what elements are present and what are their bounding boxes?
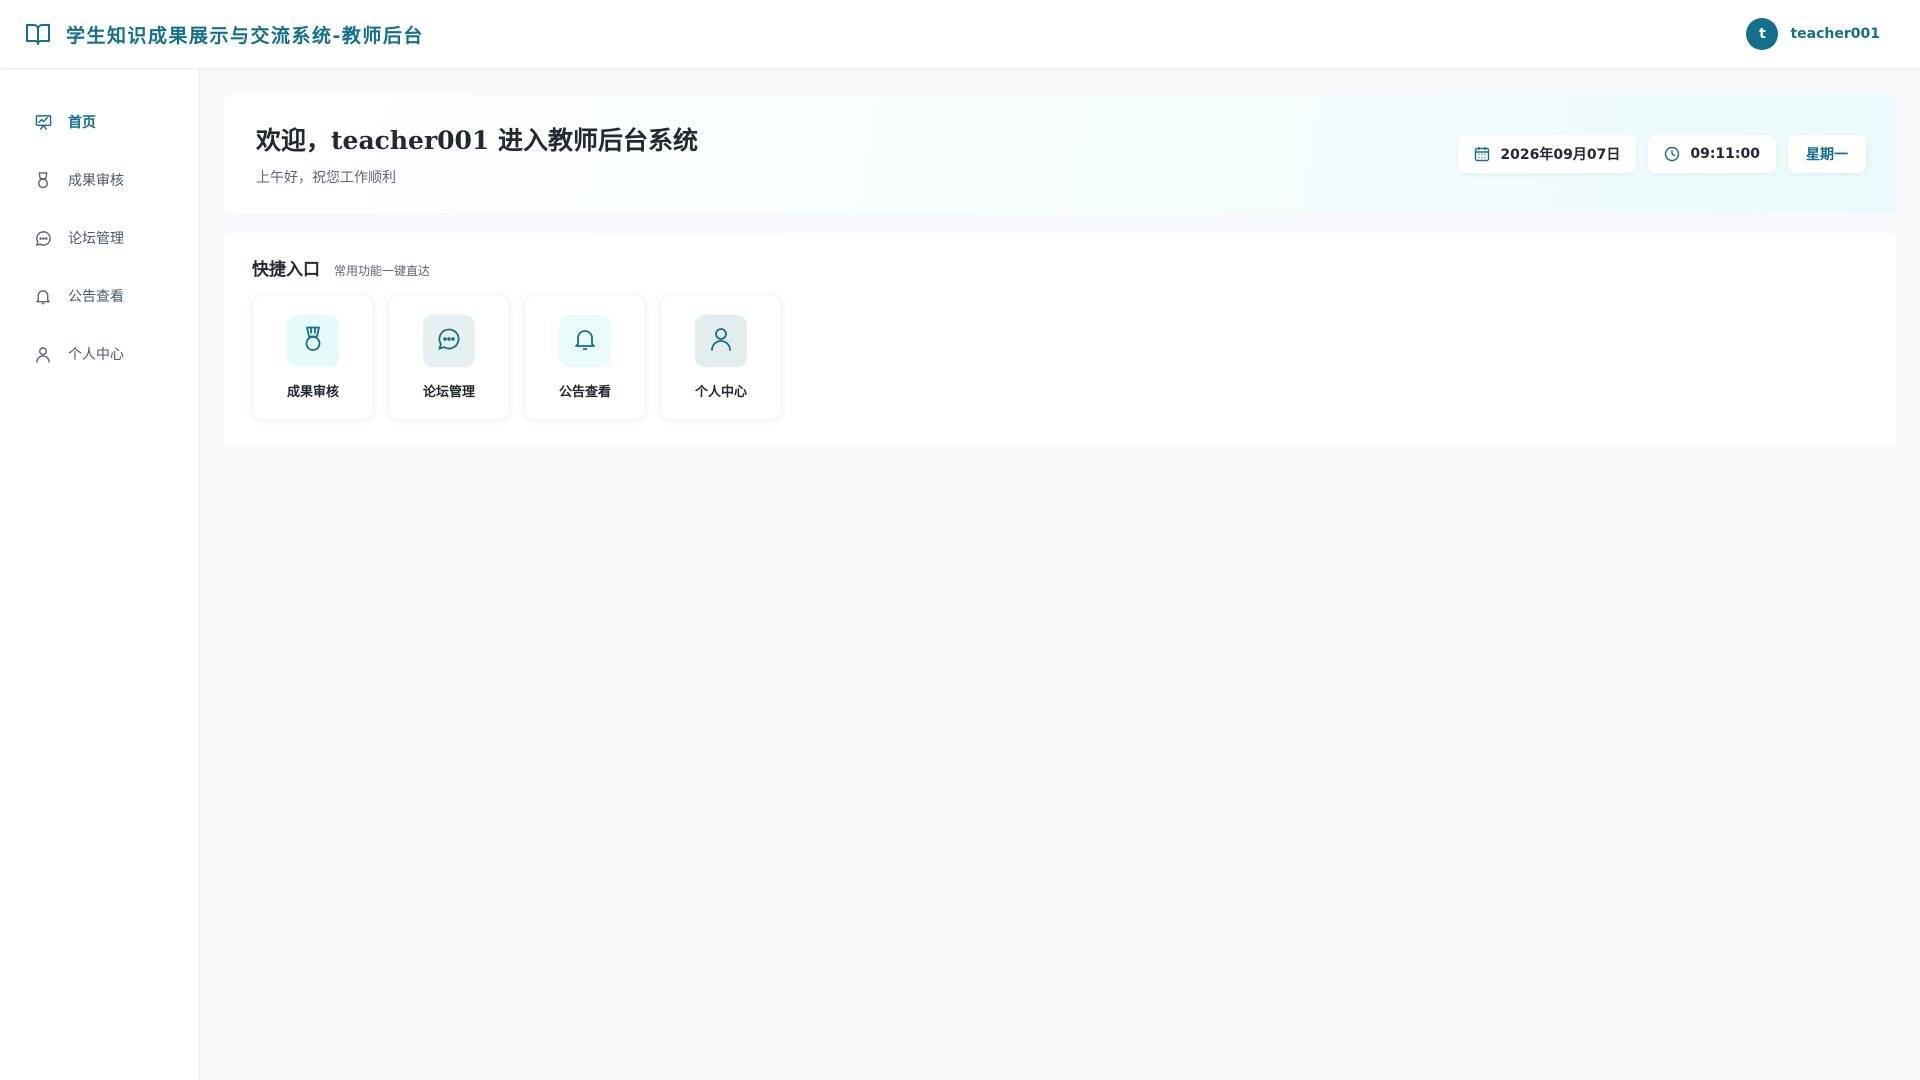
book-open-icon bbox=[24, 20, 52, 48]
calendar-icon bbox=[1474, 146, 1490, 162]
avatar[interactable]: t bbox=[1746, 18, 1779, 50]
page-title: 欢迎，teacher001 进入教师后台系统 bbox=[256, 126, 699, 155]
app-title: 学生知识成果展示与交流系统-教师后台 bbox=[66, 24, 424, 47]
user-menu[interactable]: t teacher001 bbox=[1746, 18, 1880, 50]
sidebar-item-label: 公告查看 bbox=[68, 289, 124, 305]
sidebar-item-label: 个人中心 bbox=[68, 347, 124, 363]
sidebar-item-notice[interactable]: 公告查看 bbox=[0, 267, 199, 325]
quick-card-icon-box bbox=[423, 315, 475, 367]
sidebar-item-forum[interactable]: 论坛管理 bbox=[0, 209, 199, 267]
bell-icon bbox=[574, 327, 596, 355]
quick-card-label: 成果审核 bbox=[286, 385, 339, 400]
sidebar: 首页 成果审核 论坛管理 公告查看 个人中心 bbox=[0, 69, 200, 1080]
clock-icon bbox=[1664, 146, 1680, 162]
weekday-chip: 星期一 bbox=[1788, 135, 1866, 173]
sidebar-item-label: 首页 bbox=[68, 115, 96, 131]
medal-icon bbox=[34, 171, 52, 189]
weekday-text: 星期一 bbox=[1806, 147, 1848, 163]
quick-card-icon-box bbox=[287, 315, 339, 367]
user-icon bbox=[34, 345, 52, 363]
date-chip: 2026年09月07日 bbox=[1458, 135, 1637, 173]
quick-card-forum[interactable]: 论坛管理 bbox=[388, 294, 510, 420]
quick-card-notice[interactable]: 公告查看 bbox=[524, 294, 646, 420]
quick-access-panel: 快捷入口 常用功能一键直达 成果审核 论坛管理 公告查看 个人中心 bbox=[224, 233, 1896, 446]
bell-icon bbox=[34, 287, 52, 305]
greeting-subtitle: 上午好，祝您工作顺利 bbox=[256, 170, 396, 186]
sidebar-item-home[interactable]: 首页 bbox=[0, 93, 199, 151]
brand[interactable]: 学生知识成果展示与交流系统-教师后台 bbox=[24, 20, 424, 48]
username[interactable]: teacher001 bbox=[1790, 26, 1880, 42]
quick-access-subtitle: 常用功能一键直达 bbox=[334, 264, 431, 278]
time-text: 09:11:00 bbox=[1690, 146, 1760, 162]
quick-access-header: 快捷入口 常用功能一键直达 bbox=[252, 255, 1868, 280]
quick-card-label: 个人中心 bbox=[694, 385, 747, 400]
top-header: 学生知识成果展示与交流系统-教师后台 t teacher001 bbox=[0, 0, 1920, 69]
quick-card-label: 论坛管理 bbox=[422, 385, 475, 400]
chat-icon bbox=[34, 229, 52, 247]
quick-access-title: 快捷入口 bbox=[252, 260, 320, 280]
sidebar-item-label: 论坛管理 bbox=[68, 231, 124, 247]
sidebar-item-review[interactable]: 成果审核 bbox=[0, 151, 199, 209]
quick-card-icon-box bbox=[695, 315, 747, 367]
sidebar-item-label: 成果审核 bbox=[68, 173, 124, 189]
quick-card-icon-box bbox=[559, 315, 611, 367]
welcome-text: 欢迎，teacher001 进入教师后台系统 上午好，祝您工作顺利 bbox=[256, 121, 698, 187]
dashboard-icon bbox=[34, 113, 52, 131]
welcome-banner: 欢迎，teacher001 进入教师后台系统 上午好，祝您工作顺利 2026年0… bbox=[224, 95, 1896, 213]
time-chip: 09:11:00 bbox=[1648, 135, 1776, 173]
quick-card-label: 公告查看 bbox=[558, 385, 611, 400]
datetime-chips: 2026年09月07日 09:11:00 星期一 bbox=[1458, 135, 1866, 173]
sidebar-item-profile[interactable]: 个人中心 bbox=[0, 325, 199, 383]
quick-card-profile[interactable]: 个人中心 bbox=[660, 294, 782, 420]
quick-access-cards: 成果审核 论坛管理 公告查看 个人中心 bbox=[252, 294, 1868, 420]
quick-card-review[interactable]: 成果审核 bbox=[252, 294, 374, 420]
main-content: 欢迎，teacher001 进入教师后台系统 上午好，祝您工作顺利 2026年0… bbox=[200, 69, 1920, 1080]
medal-icon bbox=[302, 326, 324, 356]
date-text: 2026年09月07日 bbox=[1500, 147, 1621, 163]
chat-icon bbox=[437, 327, 461, 355]
user-icon bbox=[710, 327, 732, 355]
